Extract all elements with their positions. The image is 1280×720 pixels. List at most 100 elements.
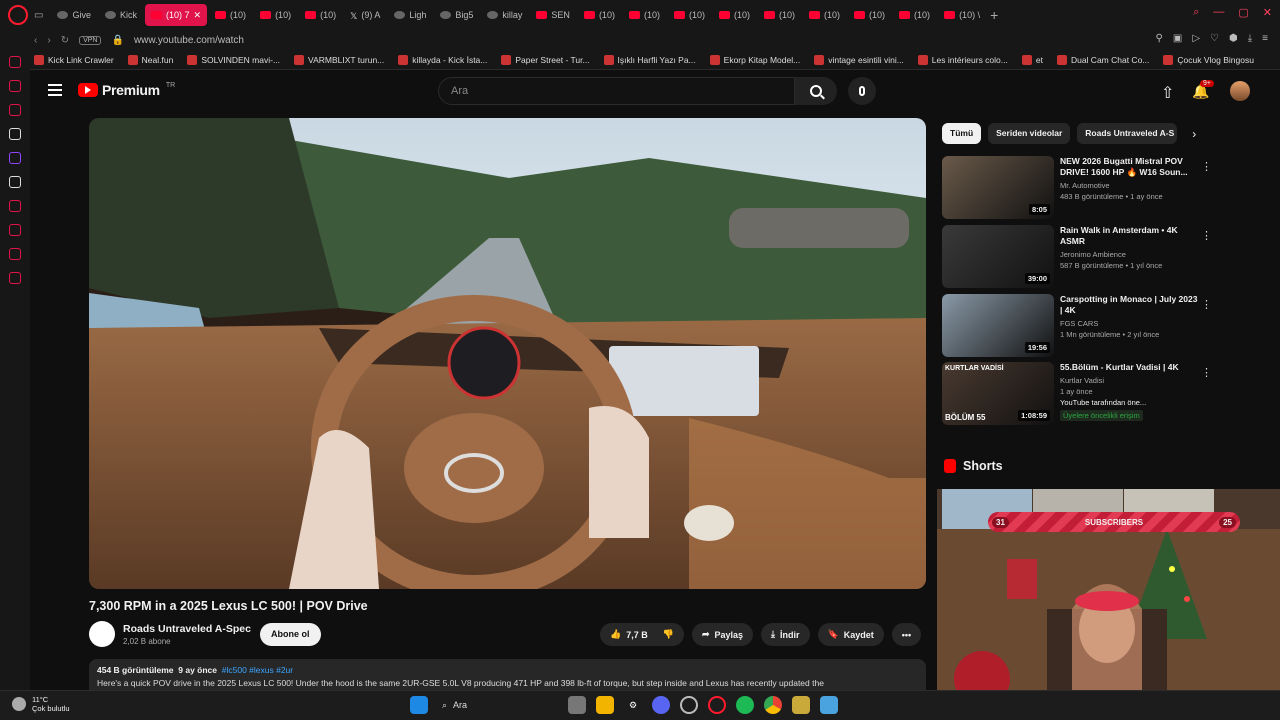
thumbs-down-icon[interactable]: 👎 <box>663 629 674 640</box>
play-icon[interactable]: ▷ <box>1192 33 1200 44</box>
sidebar-player-icon[interactable] <box>9 200 21 212</box>
save-button[interactable]: 🔖 Kaydet <box>817 623 884 646</box>
minimize-icon[interactable]: — <box>1213 6 1224 19</box>
hashtags[interactable]: #lc500 #lexus #2ur <box>222 665 293 675</box>
filter-chip[interactable]: Roads Untraveled A-S <box>1077 123 1178 144</box>
more-actions-button[interactable]: ••• <box>891 623 922 646</box>
browser-tab[interactable]: Ligh <box>388 4 432 26</box>
youtube-premium-logo[interactable]: Premium TR <box>78 82 175 98</box>
filter-chip[interactable]: Seriden videolar <box>988 123 1071 144</box>
video-thumbnail[interactable]: 8:05 <box>942 156 1054 219</box>
extensions-icon[interactable]: ⬢ <box>1229 33 1238 44</box>
recommendation-channel[interactable]: Kurtlar Vadisi <box>1060 376 1200 385</box>
bookmark-item[interactable]: Işıklı Harfli Yazı Pa... <box>603 54 696 65</box>
video-thumbnail[interactable]: 19:56 <box>942 294 1054 357</box>
browser-tab[interactable]: (10) <box>713 4 756 26</box>
browser-tab[interactable]: (10) <box>299 4 342 26</box>
forward-icon[interactable]: › <box>47 35 50 46</box>
file-explorer-icon[interactable] <box>596 696 614 714</box>
bookmark-item[interactable]: SOLVINDEN mavi-... <box>187 54 280 65</box>
browser-tab[interactable]: (10) \ <box>938 4 986 26</box>
snapshot-icon[interactable]: ▣ <box>1173 33 1182 44</box>
more-options-icon[interactable]: ⋮ <box>1201 366 1212 379</box>
share-button[interactable]: ➦ Paylaş <box>691 623 754 646</box>
browser-tab[interactable]: Give <box>51 4 97 26</box>
bookmark-item[interactable]: vintage esintili vini... <box>814 54 904 65</box>
voice-search-button[interactable] <box>848 77 876 105</box>
bookmark-item[interactable]: Kick Link Crawler <box>34 54 114 65</box>
bookmark-item[interactable]: Paper Street - Tur... <box>501 54 590 65</box>
task-view-icon[interactable] <box>568 696 586 714</box>
browser-tab[interactable]: 𝕏 (9) A <box>344 4 386 26</box>
opera-gx-icon[interactable] <box>708 696 726 714</box>
browser-tab[interactable]: (10) 7 ✕ <box>144 4 208 26</box>
browser-tab[interactable]: (10) <box>623 4 666 26</box>
upload-icon[interactable]: ⇧ <box>1161 83 1174 103</box>
search-button[interactable] <box>795 77 837 105</box>
recommendation-item[interactable]: 19:56 Carspotting in Monaco | July 2023 |… <box>942 294 1212 357</box>
bookmark-item[interactable]: Neal.fun <box>127 54 173 65</box>
tab-menu-icon[interactable]: ▭ <box>34 10 43 21</box>
chevron-right-icon[interactable]: › <box>1192 127 1196 141</box>
recommendation-channel[interactable]: Jeronimo Ambience <box>1060 250 1200 259</box>
browser-tab[interactable]: (10) <box>803 4 846 26</box>
sidebar-instagram-icon[interactable] <box>9 104 21 116</box>
bookmark-item[interactable]: VARMBLIXT turun... <box>294 54 384 65</box>
bookmark-item[interactable]: Çocuk Vlog Bingosu <box>1163 54 1254 65</box>
video-player[interactable] <box>89 118 926 589</box>
browser-tab[interactable]: SEN <box>530 4 576 26</box>
windows-start-icon[interactable] <box>410 696 428 714</box>
search-input[interactable]: Ara <box>438 77 795 105</box>
vpn-badge[interactable]: VPN <box>79 35 102 45</box>
recommendation-channel[interactable]: Mr. Automotive <box>1060 181 1200 190</box>
sidebar-settings-icon[interactable] <box>9 272 21 284</box>
back-icon[interactable]: ‹ <box>34 35 37 46</box>
hamburger-menu-icon[interactable] <box>48 84 62 96</box>
sidebar-kick-icon[interactable] <box>9 128 21 140</box>
sidebar-messenger-icon[interactable] <box>9 80 21 92</box>
browser-tab[interactable]: (10) <box>893 4 936 26</box>
sidebar-twitch-icon[interactable] <box>9 152 21 164</box>
search-tabs-icon[interactable]: ⌕ <box>1193 6 1199 19</box>
recommendation-item[interactable]: KURTLAR VADİSİ BÖLÜM 55 1:08:59 55.Bölüm - … <box>942 362 1212 425</box>
browser-tab[interactable]: killay <box>481 4 528 26</box>
more-options-icon[interactable]: ⋮ <box>1201 229 1212 242</box>
browser-tab[interactable]: Kick <box>99 4 143 26</box>
bookmark-item[interactable]: Les intérieurs colo... <box>917 54 1008 65</box>
browser-tab[interactable]: (10) <box>578 4 621 26</box>
bookmark-item[interactable]: killayda - Kick İsta... <box>398 54 487 65</box>
url-field[interactable]: www.youtube.com/watch <box>134 35 244 46</box>
account-avatar[interactable] <box>1230 81 1250 101</box>
sidebar-aria-icon[interactable] <box>9 56 21 68</box>
browser-tab[interactable]: (10) <box>848 4 891 26</box>
like-button[interactable]: 👍 7,7 B 👎 <box>600 623 684 646</box>
sidebar-x-icon[interactable] <box>9 176 21 188</box>
recommendation-channel[interactable]: FGS CARS <box>1060 319 1200 328</box>
recommendation-item[interactable]: 39:00 Rain Walk in Amsterdam • 4K ASMR Jer… <box>942 225 1212 288</box>
pin-icon[interactable]: ⚲ <box>1156 33 1163 44</box>
recommendation-item[interactable]: 8:05 NEW 2026 Bugatti Mistral POV DRIVE! … <box>942 156 1212 219</box>
browser-tab[interactable]: Big5 <box>434 4 479 26</box>
heart-icon[interactable]: ♡ <box>1210 33 1219 44</box>
new-tab-icon[interactable]: + <box>990 7 998 23</box>
video-thumbnail[interactable]: KURTLAR VADİSİ BÖLÜM 55 1:08:59 <box>942 362 1054 425</box>
subscribe-button[interactable]: Abone ol <box>260 623 321 646</box>
browser-tab[interactable]: (10) <box>254 4 297 26</box>
opera-logo-icon[interactable] <box>8 5 28 25</box>
app-icon[interactable] <box>792 696 810 714</box>
sidebar-history-icon[interactable] <box>9 224 21 236</box>
channel-avatar[interactable] <box>89 621 115 647</box>
weather-widget[interactable]: 11°C Çok bulutlu <box>12 695 70 713</box>
sidebar-extensions-icon[interactable] <box>9 248 21 260</box>
spotify-icon[interactable] <box>736 696 754 714</box>
settings-gear-icon[interactable]: ⚙ <box>624 696 642 714</box>
maximize-icon[interactable]: ▢ <box>1238 6 1248 19</box>
browser-tab[interactable]: (10) <box>758 4 801 26</box>
bookmark-item[interactable]: Ekorp Kitap Model... <box>709 54 800 65</box>
steam-icon[interactable] <box>680 696 698 714</box>
chrome-icon[interactable] <box>764 696 782 714</box>
download-icon[interactable]: ⤓ <box>1248 33 1252 44</box>
notepad-icon[interactable] <box>820 696 838 714</box>
close-window-icon[interactable]: ✕ <box>1263 6 1272 19</box>
bookmark-item[interactable]: et <box>1021 54 1043 65</box>
